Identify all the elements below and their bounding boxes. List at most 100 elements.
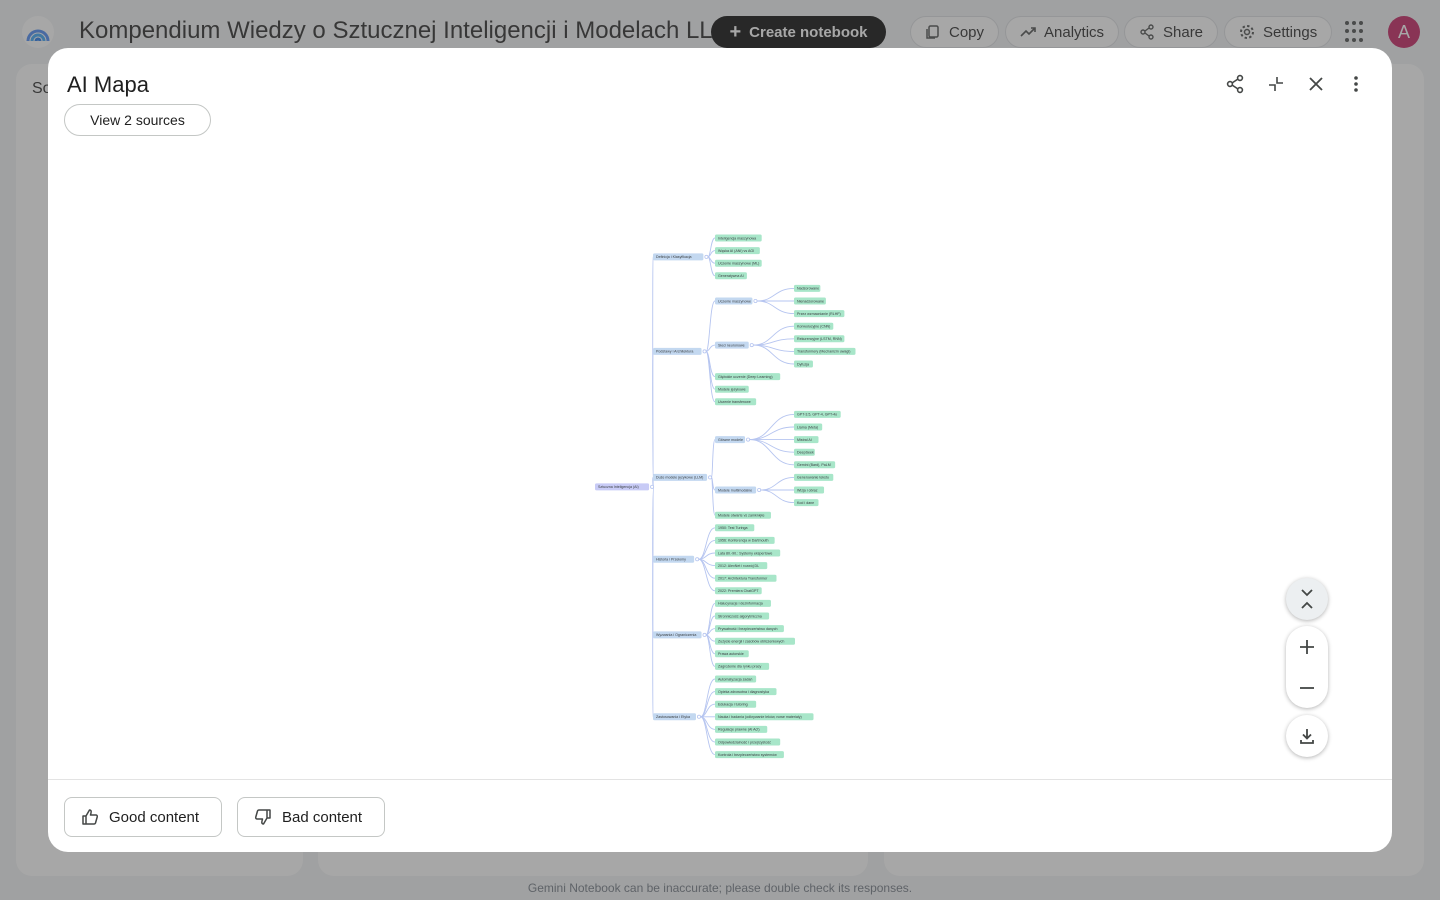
mind-map-node[interactable]: Prywatność i bezpieczeństwo danych [715, 625, 784, 633]
zoom-in-button[interactable] [1286, 626, 1328, 667]
mind-map-link [698, 558, 716, 592]
mind-map-node[interactable]: Konwolucyjne (CNN) [794, 322, 834, 330]
mind-map-link [711, 439, 716, 478]
mind-map-node[interactable]: Nienadzorowane [794, 297, 826, 305]
node-label: Modele otwarte vs zamknięte [718, 514, 765, 518]
node-label: Lata 80.-90.: Systemy ekspertowe [718, 551, 772, 555]
mind-map-node[interactable]: Wyzwania i Ograniczenia [653, 631, 707, 639]
mind-map-node[interactable]: 2022: Premiera ChatGPT [715, 587, 762, 595]
mind-map-node[interactable]: Zastosowania i Etyka [653, 713, 702, 721]
mind-map-node[interactable]: Inteligencja maszynowa [715, 234, 762, 242]
node-toggle[interactable] [697, 714, 702, 719]
mind-map-node[interactable]: Generowanie tekstu [794, 473, 834, 481]
mind-map-canvas[interactable]: Inteligencja maszynowa Wąska AI (ANI) vs … [48, 148, 1392, 778]
mind-map-node[interactable]: Gemini (Bard), PaLM [794, 461, 836, 469]
mind-map-node[interactable]: Podstawy i Architektura [653, 347, 707, 355]
mind-map-node[interactable]: Duże modele językowe (LLM) [653, 473, 713, 481]
close-icon[interactable] [1304, 72, 1328, 96]
mind-map-link [749, 426, 795, 441]
node-label: Prawa autorskie [718, 652, 744, 656]
mind-map-root-node[interactable]: Sztuczna Inteligencja (AI) [595, 483, 655, 491]
node-toggle[interactable] [749, 343, 754, 348]
mind-map-node[interactable]: Generatywna AI [715, 272, 747, 280]
plus-icon [1300, 639, 1314, 654]
mind-map-node[interactable]: Uczenie maszynowe [715, 297, 758, 305]
dialog-footer: Good content Bad content [48, 779, 1392, 852]
mind-map-node[interactable]: Lata 80.-90.: Systemy ekspertowe [715, 549, 781, 557]
minus-icon [1300, 686, 1314, 689]
node-label: Nadzorowane [797, 287, 819, 291]
mind-map-node[interactable]: Nadzorowane [794, 284, 821, 292]
mind-map-node[interactable]: 1956: Konferencja w Dartmouth [715, 536, 775, 544]
mind-map-node[interactable]: Automatyzacja zadań [715, 675, 757, 683]
mind-map-node[interactable]: Zużycie energii i zasobów obliczeniowych [715, 637, 795, 645]
mind-map-svg[interactable]: Inteligencja maszynowa Wąska AI (ANI) vs … [48, 148, 1392, 778]
mind-map-node[interactable]: Prawa autorskie [715, 650, 749, 658]
download-button[interactable] [1286, 715, 1328, 757]
mind-map-node[interactable]: Uczenie maszynowe (ML) [715, 259, 762, 267]
mind-map-node[interactable]: 2017: Architektura Transformer [715, 574, 777, 582]
mind-map-node[interactable]: Nauka i badania (odkrywanie leków, nowe … [715, 713, 814, 721]
mind-map-node[interactable]: Odpowiedzialność i przejrzystość [715, 738, 781, 746]
mind-map-node[interactable]: Wąska AI (ANI) vs AGI [715, 247, 760, 255]
more-vert-icon[interactable] [1344, 72, 1368, 96]
good-content-button[interactable]: Good content [64, 797, 222, 837]
node-label: Nienadzorowane [797, 299, 824, 303]
node-label: Prywatność i bezpieczeństwo danych [718, 627, 778, 631]
mind-map-node[interactable]: Mistral AI [794, 436, 819, 444]
node-label: Regulacje prawne (AI Act) [718, 728, 760, 732]
mind-map-node[interactable]: Przez wzmacnianie (RLHF) [794, 310, 845, 318]
node-toggle[interactable] [753, 298, 758, 303]
expand-collapse-all-button[interactable] [1286, 578, 1328, 620]
mind-map-node[interactable]: 1950: Test Turinga [715, 524, 755, 532]
mind-map-node[interactable]: Kod i dane [794, 499, 819, 507]
mind-map-node[interactable]: Modele językowe [715, 385, 749, 393]
mind-map-node[interactable]: Uczenie transferowe [715, 398, 757, 406]
mind-map-node[interactable]: Wizja i obraz [794, 486, 825, 494]
mind-map-link [760, 476, 795, 491]
node-toggle[interactable] [746, 437, 751, 442]
mind-map-node[interactable]: GPT-3.5, GPT-4, GPT-4o [794, 410, 841, 418]
mind-map-node[interactable]: Halucynacje i dezinformacja [715, 599, 771, 607]
node-toggle[interactable] [650, 484, 655, 489]
mind-map-node[interactable]: Transformery (Mechanizm uwagi) [794, 347, 856, 355]
node-label: Duże modele językowe (LLM) [656, 476, 703, 480]
mind-map-node[interactable]: Stronniczość algorytmiczna [715, 612, 770, 620]
node-toggle[interactable] [708, 475, 713, 480]
node-label: Rekurencyjne (LSTM, RNN) [797, 337, 842, 341]
node-label: Zużycie energii i zasobów obliczeniowych [718, 640, 784, 644]
mind-map-node[interactable]: Kontrola i bezpieczeństwo systemów [715, 751, 784, 759]
zoom-out-button[interactable] [1286, 667, 1328, 708]
node-label: Uczenie maszynowe [718, 299, 751, 303]
node-toggle[interactable] [702, 349, 707, 354]
node-label: Wizja i obraz [797, 488, 818, 492]
mind-map-node[interactable]: Dyfuzja [794, 360, 813, 368]
node-label: Opieka zdrowotna i diagnostyka [718, 690, 769, 694]
mind-map-node[interactable]: Llama (Meta) [794, 423, 823, 431]
share-icon[interactable] [1223, 72, 1247, 96]
node-toggle[interactable] [702, 632, 707, 637]
bad-content-button[interactable]: Bad content [237, 797, 385, 837]
mind-map-node[interactable]: Główne modele [715, 436, 751, 444]
view-sources-button[interactable]: View 2 sources [64, 104, 211, 136]
mind-map-link [705, 634, 716, 667]
mind-map-node[interactable]: Zagrożenie dla rynku pracy [715, 662, 770, 670]
node-label: Stronniczość algorytmiczna [718, 614, 762, 618]
mind-map-node[interactable]: Modele multimodalne [715, 486, 762, 494]
mind-map-node[interactable]: DeepSeek [794, 448, 815, 456]
collapse-icon[interactable] [1264, 72, 1288, 96]
node-toggle[interactable] [695, 557, 700, 562]
mind-map-node[interactable]: Regulacje prawne (AI Act) [715, 725, 768, 733]
mind-map-node[interactable]: Głębokie uczenie (Deep Learning) [715, 373, 781, 381]
mind-map-node[interactable]: Historia i Przełomy [653, 555, 700, 563]
mind-map-node[interactable]: Definicja i Klasyfikacja [653, 253, 709, 261]
mind-map-node[interactable]: Opieka zdrowotna i diagnostyka [715, 688, 777, 696]
node-label: Modele językowe [718, 388, 746, 392]
mind-map-node[interactable]: Sieci neuronowe [715, 341, 754, 349]
mind-map-node[interactable]: 2012: AlexNet i rozwój DL [715, 562, 768, 570]
node-toggle[interactable] [757, 487, 762, 492]
mind-map-node[interactable]: Modele otwarte vs zamknięte [715, 511, 771, 519]
mind-map-node[interactable]: Rekurencyjne (LSTM, RNN) [794, 335, 845, 343]
node-toggle[interactable] [704, 254, 709, 259]
mind-map-node[interactable]: Edukacja i tutoring [715, 700, 757, 708]
